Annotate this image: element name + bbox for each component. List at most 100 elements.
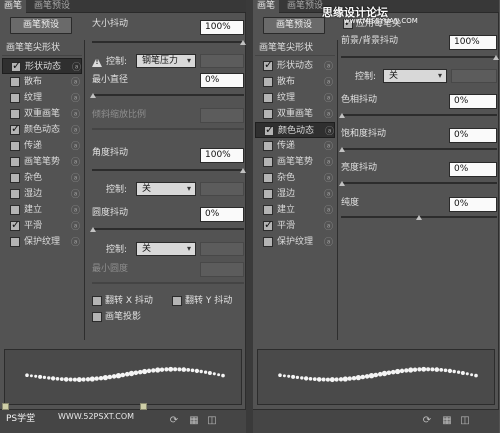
checkbox[interactable] bbox=[263, 205, 273, 215]
control-select-off-2[interactable]: 关 ▾ bbox=[136, 182, 196, 196]
checkbox[interactable]: ✓ bbox=[264, 123, 274, 136]
checkbox[interactable] bbox=[263, 93, 273, 103]
left-list-item-12[interactable]: 保护纹理 ⓐ bbox=[2, 234, 82, 250]
lock-icon[interactable]: ⓐ bbox=[324, 187, 333, 203]
roundness-jitter-thumb[interactable] bbox=[90, 227, 96, 232]
hue-jitter-value[interactable]: 0% bbox=[449, 94, 497, 109]
lock-icon[interactable]: ⓐ bbox=[71, 187, 80, 203]
purity-thumb[interactable] bbox=[416, 215, 422, 220]
fg-bg-jitter-value[interactable]: 100% bbox=[449, 35, 497, 50]
lock-icon[interactable]: ⓐ bbox=[71, 219, 80, 235]
lock-icon[interactable]: ⓐ bbox=[71, 107, 80, 123]
checkbox[interactable] bbox=[10, 237, 20, 247]
checkbox[interactable] bbox=[10, 189, 20, 199]
checkbox[interactable] bbox=[10, 141, 20, 151]
min-diameter-value[interactable]: 0% bbox=[200, 73, 244, 88]
lock-icon[interactable]: ⓐ bbox=[324, 75, 333, 91]
checkbox[interactable] bbox=[263, 189, 273, 199]
brush-presets-button[interactable]: 画笔预设 bbox=[10, 17, 72, 34]
checkbox[interactable] bbox=[10, 157, 20, 167]
checkbox[interactable] bbox=[10, 205, 20, 215]
left-list-item-2[interactable]: 散布 ⓐ bbox=[2, 74, 82, 90]
brush-projection-checkbox[interactable] bbox=[92, 312, 102, 322]
roundness-jitter-slider[interactable] bbox=[92, 228, 244, 230]
checkbox[interactable]: ✓ bbox=[263, 58, 273, 71]
lock-icon[interactable]: ⓐ bbox=[71, 155, 80, 171]
size-jitter-value[interactable]: 100% bbox=[200, 20, 244, 35]
right-list-item-9[interactable]: 湿边 ⓐ bbox=[255, 186, 335, 202]
lock-icon[interactable]: ⓐ bbox=[71, 123, 80, 139]
size-jitter-slider[interactable] bbox=[92, 41, 244, 43]
grid-icon[interactable]: ▦ bbox=[188, 415, 200, 427]
brightness-jitter-slider[interactable] bbox=[341, 182, 497, 184]
checkbox[interactable]: ✓ bbox=[263, 218, 273, 231]
checkbox[interactable] bbox=[263, 157, 273, 167]
lock-icon[interactable]: ⓐ bbox=[324, 107, 333, 123]
lock-icon[interactable]: ⓐ bbox=[324, 139, 333, 155]
lock-icon[interactable]: ⓐ bbox=[324, 59, 333, 75]
fg-bg-jitter-slider[interactable] bbox=[341, 56, 497, 58]
right-list-item-7[interactable]: 画笔笔势 ⓐ bbox=[255, 154, 335, 170]
angle-jitter-slider[interactable] bbox=[92, 169, 244, 171]
lock-icon[interactable]: ⓐ bbox=[324, 235, 333, 251]
tab-brush-presets-2[interactable]: 画笔预设 bbox=[283, 0, 327, 13]
checkbox[interactable] bbox=[263, 109, 273, 119]
left-list-item-6[interactable]: 传递 ⓐ bbox=[2, 138, 82, 154]
left-list-item-4[interactable]: 双重画笔 ⓐ bbox=[2, 106, 82, 122]
purity-value[interactable]: 0% bbox=[449, 197, 497, 212]
saturation-jitter-slider[interactable] bbox=[341, 148, 497, 150]
min-diameter-thumb[interactable] bbox=[90, 93, 96, 98]
right-list-item-3[interactable]: 纹理 ⓐ bbox=[255, 90, 335, 106]
right-list-item-8[interactable]: 杂色 ⓐ bbox=[255, 170, 335, 186]
flip-y-checkbox[interactable] bbox=[172, 296, 182, 306]
left-list-item-10[interactable]: 建立 ⓐ bbox=[2, 202, 82, 218]
lock-icon[interactable]: ⓐ bbox=[324, 203, 333, 219]
right-list-item-4[interactable]: 双重画笔 ⓐ bbox=[255, 106, 335, 122]
new-preset-icon[interactable]: ◫ bbox=[206, 415, 218, 427]
toggle-bristle-icon-2[interactable]: ⟳ bbox=[421, 415, 433, 427]
right-list-item-10[interactable]: 建立 ⓐ bbox=[255, 202, 335, 218]
saturation-jitter-value[interactable]: 0% bbox=[449, 128, 497, 143]
lock-icon[interactable]: ⓐ bbox=[324, 91, 333, 107]
brightness-jitter-thumb[interactable] bbox=[339, 181, 345, 186]
control-select-off-3[interactable]: 关 ▾ bbox=[136, 242, 196, 256]
left-list-item-11[interactable]: ✓ 平滑 ⓐ bbox=[2, 218, 82, 234]
checkbox[interactable]: ✓ bbox=[11, 59, 21, 72]
left-list-item-8[interactable]: 杂色 ⓐ bbox=[2, 170, 82, 186]
checkbox[interactable] bbox=[263, 141, 273, 151]
tab-brush[interactable]: 画笔 bbox=[0, 0, 27, 13]
fg-bg-jitter-thumb[interactable] bbox=[493, 55, 499, 60]
brush-tip-shape-item-2[interactable]: 画笔笔尖形状 bbox=[255, 40, 335, 56]
control-select-pen-pressure[interactable]: 钢笔压力 ▾ bbox=[136, 54, 196, 68]
new-preset-icon-2[interactable]: ◫ bbox=[459, 415, 471, 427]
left-list-item-1[interactable]: ✓ 形状动态 ⓐ bbox=[2, 58, 82, 74]
right-list-item-12[interactable]: 保护纹理 ⓐ bbox=[255, 234, 335, 250]
roundness-jitter-value[interactable]: 0% bbox=[200, 207, 244, 222]
checkbox[interactable]: ✓ bbox=[10, 218, 20, 231]
brush-tip-shape-item[interactable]: 画笔笔尖形状 bbox=[2, 40, 82, 56]
saturation-jitter-thumb[interactable] bbox=[339, 147, 345, 152]
left-list-item-3[interactable]: 纹理 ⓐ bbox=[2, 90, 82, 106]
brightness-jitter-value[interactable]: 0% bbox=[449, 162, 497, 177]
flip-x-checkbox[interactable] bbox=[92, 296, 102, 306]
lock-icon[interactable]: ⓐ bbox=[71, 203, 80, 219]
right-list-item-11[interactable]: ✓ 平滑 ⓐ bbox=[255, 218, 335, 234]
lock-icon[interactable]: ⓐ bbox=[71, 171, 80, 187]
tab-brush-2[interactable]: 画笔 bbox=[253, 0, 280, 13]
lock-icon[interactable]: ⓐ bbox=[71, 91, 80, 107]
right-list-item-6[interactable]: 传递 ⓐ bbox=[255, 138, 335, 154]
right-list-item-1[interactable]: ✓ 形状动态 ⓐ bbox=[255, 58, 335, 74]
lock-icon[interactable]: ⓐ bbox=[71, 139, 80, 155]
lock-icon[interactable]: ⓐ bbox=[71, 235, 80, 251]
angle-jitter-value[interactable]: 100% bbox=[200, 148, 244, 163]
hue-jitter-thumb[interactable] bbox=[339, 113, 345, 118]
checkbox[interactable] bbox=[10, 93, 20, 103]
tab-brush-presets[interactable]: 画笔预设 bbox=[30, 0, 74, 13]
right-list-item-2[interactable]: 散布 ⓐ bbox=[255, 74, 335, 90]
hue-jitter-slider[interactable] bbox=[341, 114, 497, 116]
checkbox[interactable] bbox=[10, 109, 20, 119]
grid-icon-2[interactable]: ▦ bbox=[441, 415, 453, 427]
left-list-item-9[interactable]: 湿边 ⓐ bbox=[2, 186, 82, 202]
checkbox[interactable] bbox=[263, 237, 273, 247]
lock-icon[interactable]: ⓐ bbox=[324, 171, 333, 187]
